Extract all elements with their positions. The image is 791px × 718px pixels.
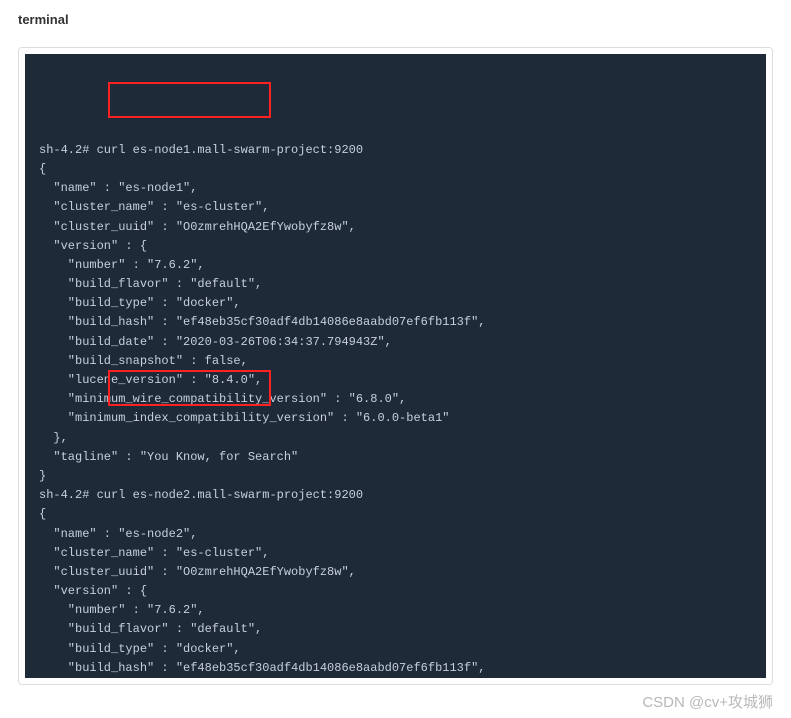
terminal-lines: sh-4.2# curl es-node1.mall-swarm-project…: [39, 141, 752, 678]
terminal-output[interactable]: sh-4.2# curl es-node1.mall-swarm-project…: [25, 54, 766, 678]
watermark: CSDN @cv+攻城狮: [642, 691, 773, 712]
tab-title: terminal: [18, 12, 69, 27]
highlight-box-node1: [108, 82, 271, 118]
terminal-container: sh-4.2# curl es-node1.mall-swarm-project…: [18, 47, 773, 685]
tab-header: terminal: [0, 0, 791, 39]
